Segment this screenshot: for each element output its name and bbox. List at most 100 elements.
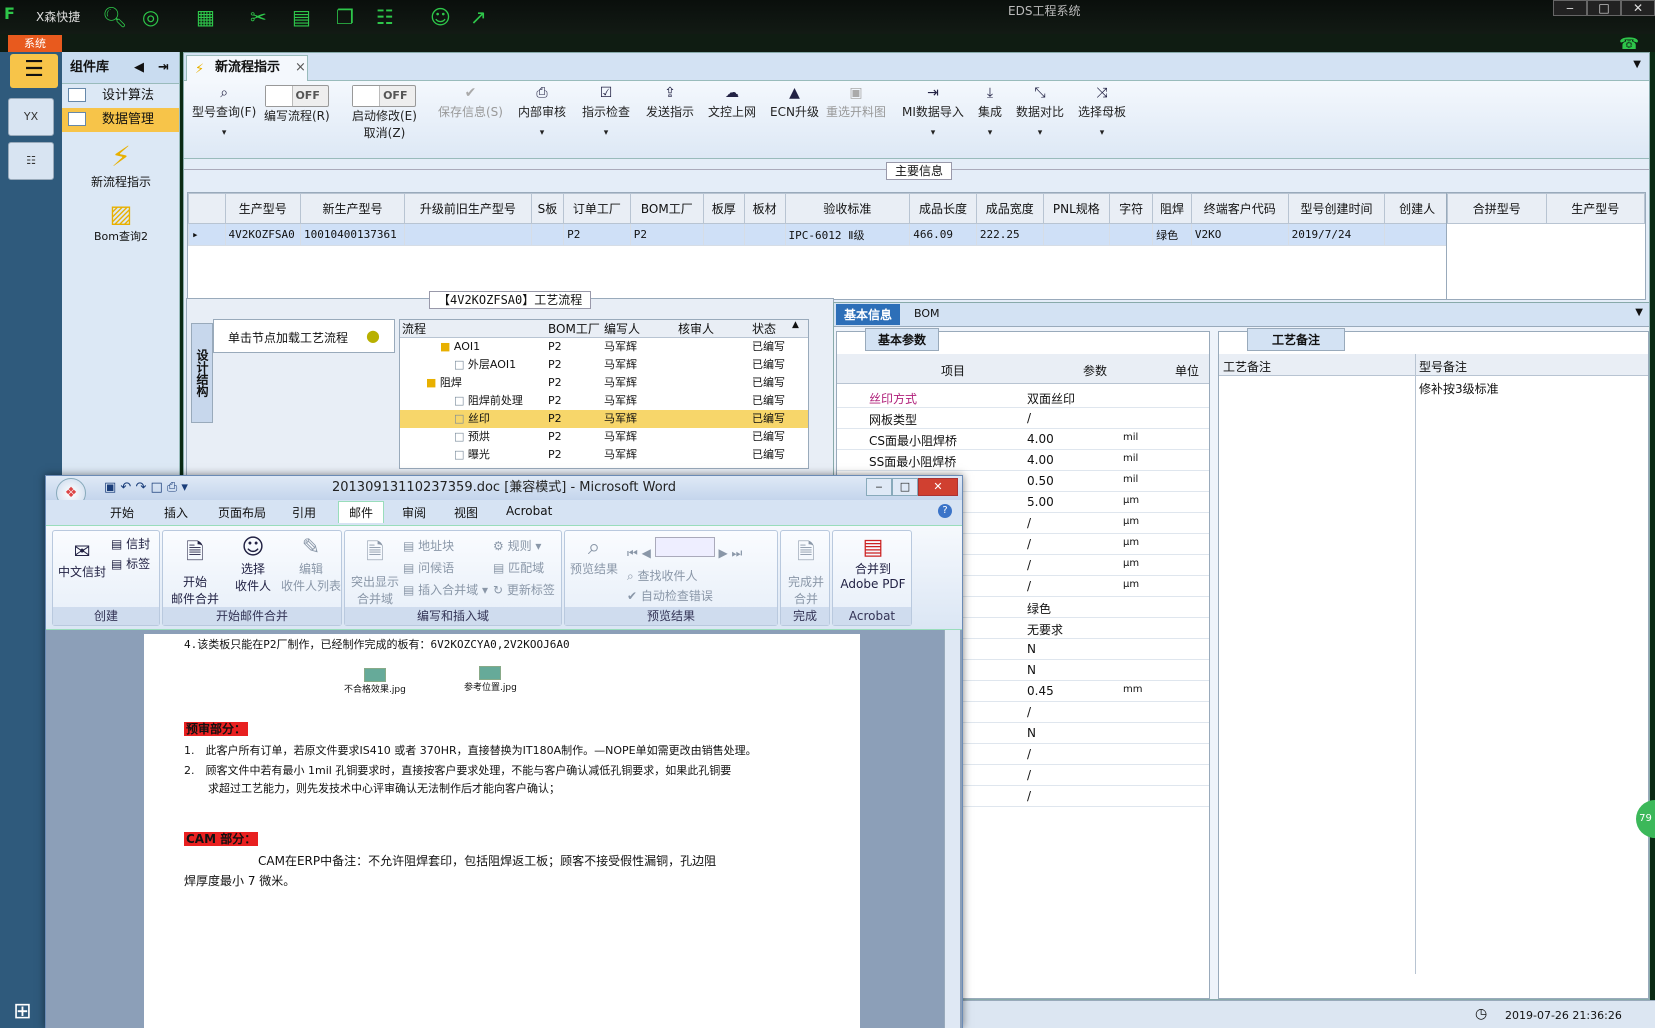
start-merge-button[interactable]: 🗎︎ 开始 邮件合并 xyxy=(167,535,223,607)
edit-flow-toggle[interactable]: OFF 编写流程(R) xyxy=(264,85,330,124)
column-header[interactable]: 合拼型号 xyxy=(1447,193,1547,224)
maximize-icon[interactable]: □ xyxy=(1587,0,1621,16)
edit-list-button[interactable]: ✎ 编辑 收件人列表 xyxy=(281,535,341,594)
table-cell[interactable]: 绿色 xyxy=(1152,223,1192,246)
search-icon[interactable]: 🔍︎ xyxy=(102,5,127,29)
record-nav[interactable]: ⏮ ◀ ▶ ⏭ xyxy=(627,537,742,561)
film-icon[interactable]: ▤ xyxy=(292,5,311,29)
merge-to-pdf-button[interactable]: ▤ 合并到 Adobe PDF xyxy=(835,535,911,591)
sidebar-item-data[interactable]: 数据管理 xyxy=(62,108,179,132)
tree-row[interactable]: □ 丝印 P2 马军辉 已编写 xyxy=(400,410,808,428)
column-header[interactable]: 参数 xyxy=(1083,362,1107,379)
column-header[interactable]: 生产型号 xyxy=(1545,193,1645,224)
param-value[interactable]: 4.00 xyxy=(1027,432,1054,446)
column-header[interactable]: 单位 xyxy=(1175,362,1199,379)
column-header[interactable]: 板材 xyxy=(743,193,786,224)
send-instr-button[interactable]: ⇪ 发送指示 xyxy=(646,85,694,120)
column-header[interactable]: 创建人 xyxy=(1384,193,1448,224)
ribbon-tab-mailings[interactable]: 邮件 xyxy=(338,501,385,523)
tab-bom[interactable]: BOM xyxy=(914,307,940,320)
dropdown-icon[interactable]: ▼ xyxy=(1635,307,1643,318)
envelope-button[interactable]: ▤ 信封 xyxy=(111,535,150,552)
ribbon-tab-insert[interactable]: 插入 xyxy=(164,504,188,521)
column-header[interactable]: 流程 xyxy=(400,320,548,337)
table-cell[interactable] xyxy=(702,223,745,246)
column-header[interactable]: BOM工厂 xyxy=(548,320,604,337)
tree-row[interactable]: □ 外层AOI1 P2 马军辉 已编写 xyxy=(400,356,808,374)
param-value[interactable]: 双面丝印 xyxy=(1027,390,1075,407)
close-tab-icon[interactable]: × xyxy=(295,56,306,80)
highlight-button[interactable]: 🗎︎ 突出显示 合并域 xyxy=(349,535,401,607)
param-value[interactable]: / xyxy=(1027,411,1031,425)
scissors-icon[interactable]: ✂ xyxy=(250,5,267,29)
column-header[interactable]: S板 xyxy=(530,193,565,224)
column-header[interactable]: 阻焊 xyxy=(1152,193,1192,224)
yx-module-icon[interactable]: YX xyxy=(8,98,54,136)
apps-icon[interactable]: ☷ xyxy=(376,5,394,29)
tab-process-notes[interactable]: 工艺备注 xyxy=(1247,328,1346,351)
table-cell[interactable] xyxy=(530,223,565,246)
start-modify-toggle[interactable]: OFF 启动修改(E) 取消(Z) xyxy=(352,85,417,141)
param-row[interactable]: CS面最小阻焊桥 4.00 mil xyxy=(837,428,1209,450)
ribbon-tab-view[interactable]: 视图 xyxy=(454,504,478,521)
table-cell[interactable]: 466.09 xyxy=(909,223,977,246)
save-info-button[interactable]: ✔ 保存信息(S) xyxy=(438,85,503,120)
reselect-image-button[interactable]: ▣ 重选开料图 xyxy=(826,85,886,120)
ribbon-tab-layout[interactable]: 页面布局 xyxy=(218,504,266,521)
calculator-icon[interactable]: ☷ xyxy=(8,142,54,180)
type-query-button[interactable]: ⌕ 型号查询(F) ▾ xyxy=(192,85,256,138)
column-header[interactable]: 成品宽度 xyxy=(975,193,1044,224)
tab-new-flow[interactable]: ⚡ 新流程指示 × xyxy=(186,55,308,81)
table-cell[interactable] xyxy=(1109,223,1154,246)
ecn-upgrade-button[interactable]: ▲ ECN升级 xyxy=(770,85,819,120)
internal-audit-button[interactable]: ⎙ 内部审核 ▾ xyxy=(518,85,566,138)
column-header[interactable]: 终端客户代码 xyxy=(1190,193,1289,224)
ribbon-tab-home[interactable]: 开始 xyxy=(110,504,134,521)
start-menu-icon[interactable]: ⊞ xyxy=(0,996,45,1028)
param-row[interactable]: SS面最小阻焊桥 4.00 mil xyxy=(837,449,1209,471)
instr-check-button[interactable]: ☑ 指示检查 ▾ xyxy=(582,85,630,138)
tree-row[interactable]: □ 阻焊前处理 P2 马军辉 已编写 xyxy=(400,392,808,410)
column-header[interactable]: BOM工厂 xyxy=(629,193,704,224)
table-cell[interactable] xyxy=(1384,223,1448,246)
find-recipient-button[interactable]: ⌕ 查找收件人 xyxy=(627,567,698,584)
table-cell[interactable]: P2 xyxy=(629,223,704,246)
table-cell[interactable]: 10010400137361 xyxy=(300,223,406,246)
param-value[interactable]: N xyxy=(1027,663,1036,677)
param-value[interactable]: / xyxy=(1027,747,1031,761)
param-row[interactable]: 网板类型 / xyxy=(837,407,1209,429)
param-value[interactable]: / xyxy=(1027,558,1031,572)
column-header[interactable]: 新生产型号 xyxy=(300,193,406,224)
table-cell[interactable]: 4V2KOZFSA0 xyxy=(224,223,302,246)
globe-icon[interactable]: ◎ xyxy=(142,5,159,29)
address-block-button[interactable]: ▤ 地址块 xyxy=(403,537,454,554)
table-cell[interactable]: P2 xyxy=(563,223,631,246)
data-compare-button[interactable]: ⤡ 数据对比 ▾ xyxy=(1016,85,1064,138)
record-input[interactable] xyxy=(654,537,715,557)
param-value[interactable]: / xyxy=(1027,579,1031,593)
param-value[interactable]: / xyxy=(1027,705,1031,719)
param-value[interactable]: 无要求 xyxy=(1027,621,1063,638)
model-note-text[interactable]: 修补按3级标准 xyxy=(1419,380,1499,397)
column-header[interactable]: 成品长度 xyxy=(909,193,977,224)
finish-merge-button[interactable]: 🗎︎ 完成并 合并 xyxy=(783,535,829,607)
dropdown-icon[interactable]: ▼ xyxy=(1633,59,1641,70)
pin-icon[interactable]: ⇥ xyxy=(158,52,169,84)
select-mother-button[interactable]: ⤨ 选择母板 ▾ xyxy=(1078,85,1126,138)
column-header[interactable]: 板厚 xyxy=(702,193,745,224)
param-value[interactable]: 4.00 xyxy=(1027,453,1054,467)
vertical-tab[interactable]: 设计结构 xyxy=(191,323,213,423)
tab-basic-info[interactable]: 基本信息 xyxy=(836,304,901,325)
auto-check-button[interactable]: ✔ 自动检查错误 xyxy=(627,587,713,604)
param-value[interactable]: 5.00 xyxy=(1027,495,1054,509)
system-tab[interactable]: 系统 xyxy=(8,35,62,52)
close-icon[interactable]: ✕ xyxy=(1621,0,1655,16)
table-cell[interactable] xyxy=(1042,223,1111,246)
vertical-scrollbar[interactable] xyxy=(944,630,960,1028)
mi-import-button[interactable]: ⇥ MI数据导入 ▾ xyxy=(902,85,964,138)
column-header[interactable]: 编写人 xyxy=(604,320,678,337)
label-button[interactable]: ▤ 标签 xyxy=(111,555,150,572)
table-cell[interactable] xyxy=(404,223,532,246)
phone-icon[interactable]: ☎ xyxy=(1619,34,1639,53)
table-cell[interactable]: V2KO xyxy=(1190,223,1289,246)
